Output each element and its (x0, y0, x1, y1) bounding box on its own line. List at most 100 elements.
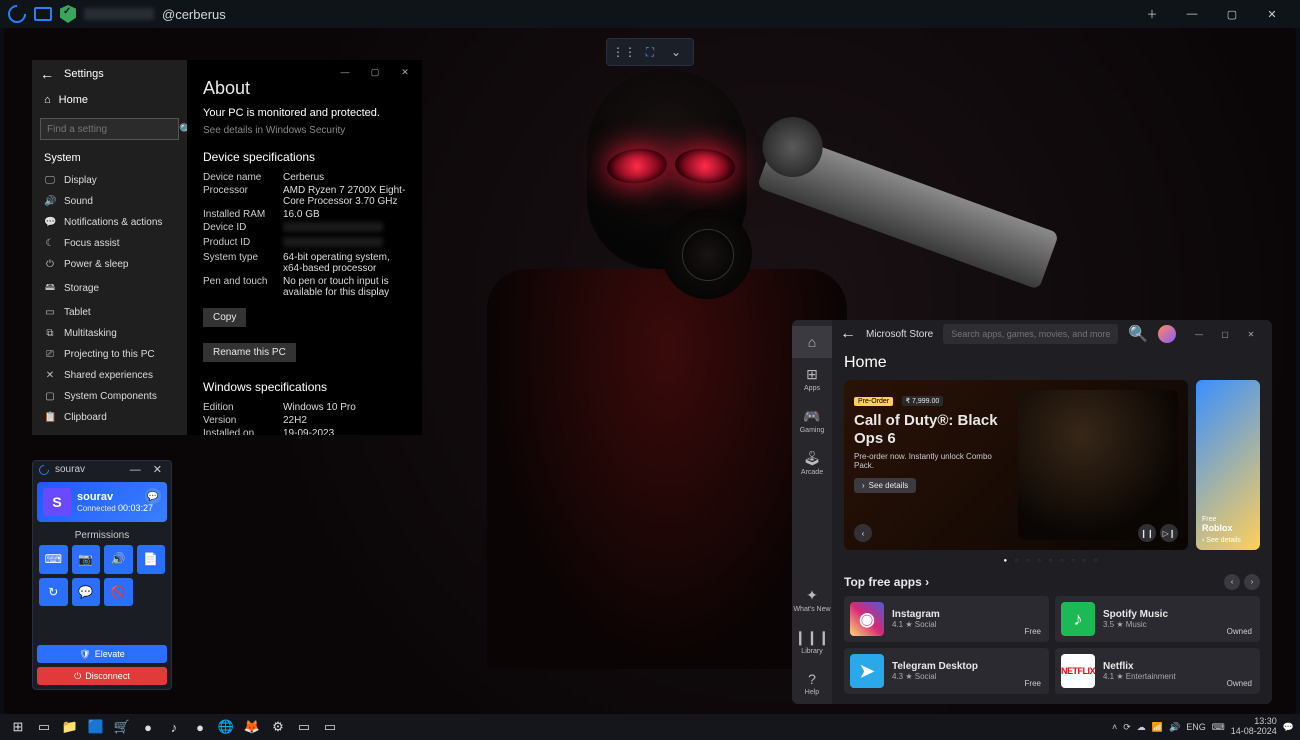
store-nav-apps[interactable]: ⊞Apps (792, 358, 832, 400)
copy-button[interactable]: Copy (203, 308, 246, 327)
sidebar-item-tablet[interactable]: ▭Tablet (32, 302, 187, 323)
floating-toolbar[interactable]: ⋮⋮ ⛶ ⌄ (606, 38, 694, 66)
rename-pc-button[interactable]: Rename this PC (203, 343, 296, 362)
tray-lang[interactable]: ENG (1186, 722, 1206, 732)
taskbar-app-7[interactable]: ● (188, 716, 212, 738)
settings-search-input[interactable] (47, 124, 179, 135)
scroll-right-icon[interactable]: › (1244, 574, 1260, 590)
disconnect-button[interactable]: ⏻ Disconnect (37, 667, 167, 685)
taskbar-app-0[interactable]: ⊞ (6, 716, 30, 738)
taskbar-app-10[interactable]: ⚙ (266, 716, 290, 738)
store-nav-library[interactable]: ❙❙❙Library (792, 621, 832, 663)
prev-hero-icon[interactable]: ‹ (854, 524, 872, 542)
notification-icon[interactable]: 💬 (1283, 722, 1294, 733)
hero-cta-button[interactable]: › See details (854, 478, 916, 493)
taskbar-app-6[interactable]: ♪ (162, 716, 186, 738)
back-button[interactable]: ← (40, 66, 54, 82)
taskbar-app-3[interactable]: 🟦 (84, 716, 108, 738)
app-card-spotify-music[interactable]: ♪ Spotify Music 3.5 ★ Music Owned (1055, 596, 1260, 642)
settings-search[interactable]: 🔍 (40, 118, 179, 140)
sidebar-item-projecting-to-this-pc[interactable]: ⎚Projecting to this PC (32, 344, 187, 365)
sidebar-item-storage[interactable]: 🖴Storage (32, 275, 187, 302)
app-card-netflix[interactable]: NETFLIX Netflix 4.1 ★ Entertainment Owne… (1055, 648, 1260, 694)
dropdown-icon[interactable]: ⌄ (665, 41, 687, 63)
store-avatar[interactable] (1158, 325, 1176, 343)
taskbar-app-4[interactable]: 🛒 (110, 716, 134, 738)
settings-maximize[interactable]: ▢ (360, 62, 390, 82)
clock[interactable]: 13:30 14-08-2024 (1231, 717, 1277, 737)
elevate-button[interactable]: 🛡 Elevate (37, 645, 167, 663)
permission-toggle[interactable]: 🔊 (104, 545, 133, 574)
app-card-instagram[interactable]: ◉ Instagram 4.1 ★ Social Free (844, 596, 1049, 642)
sidebar-item-power-sleep[interactable]: ⏻Power & sleep (32, 254, 187, 275)
hero-card-main[interactable]: Pre-Order ₹ 7,999.00 Call of Duty®: Blac… (844, 380, 1188, 550)
settings-close[interactable]: ✕ (390, 62, 420, 82)
fullscreen-icon[interactable]: ⛶ (639, 41, 661, 63)
sidebar-item-sound[interactable]: 🔊Sound (32, 191, 187, 212)
sidebar-item-shared-experiences[interactable]: ✕Shared experiences (32, 365, 187, 386)
search-icon[interactable]: 🔍 (1128, 324, 1148, 344)
nav-label: System Components (64, 391, 157, 402)
store-maximize[interactable]: ▢ (1212, 324, 1238, 344)
sidebar-item-display[interactable]: 🖵Display (32, 170, 187, 191)
settings-minimize[interactable]: — (330, 62, 360, 82)
monitor-icon[interactable] (34, 7, 52, 21)
permission-toggle[interactable]: ↻ (39, 578, 68, 607)
carousel-dots[interactable]: ● ○ ○ ○ ○ ○ ○ ○ ○ (844, 558, 1260, 564)
remote-close[interactable]: ✕ (150, 463, 165, 476)
sidebar-item-notifications-actions[interactable]: 💬Notifications & actions (32, 212, 187, 233)
store-nav-gaming[interactable]: 🎮Gaming (792, 400, 832, 442)
taskbar-app-11[interactable]: ▭ (292, 716, 316, 738)
permission-toggle[interactable]: ⌨ (39, 545, 68, 574)
side-cta[interactable]: › See details (1202, 537, 1254, 544)
store-close[interactable]: ✕ (1238, 324, 1264, 344)
store-search[interactable] (943, 324, 1118, 344)
gas-mask-icon (662, 209, 752, 299)
taskbar-app-8[interactable]: 🌐 (214, 716, 238, 738)
grip-icon[interactable]: ⋮⋮ (613, 41, 635, 63)
store-nav-help[interactable]: ?Help (792, 663, 832, 704)
store-nav-home[interactable]: ⌂ (792, 326, 832, 358)
tray-wifi-icon[interactable]: 📶 (1152, 722, 1163, 733)
minimize-button[interactable]: — (1172, 0, 1212, 28)
tray-chevron-icon[interactable]: ˄ (1112, 722, 1117, 732)
taskbar-app-5[interactable]: ● (136, 716, 160, 738)
taskbar-app-2[interactable]: 📁 (58, 716, 82, 738)
app-card-telegram-desktop[interactable]: ➤ Telegram Desktop 4.3 ★ Social Free (844, 648, 1049, 694)
next-icon[interactable]: ▷❙ (1160, 524, 1178, 542)
permission-toggle[interactable]: 🚫 (104, 578, 133, 607)
tray-keyboard-icon[interactable]: ⌨ (1212, 722, 1225, 733)
store-back-icon[interactable]: ← (840, 325, 856, 343)
store-minimize[interactable]: — (1186, 324, 1212, 344)
hero-controls: ❙❙ ▷❙ (1138, 524, 1178, 542)
hero-card-side[interactable]: Free Roblox › See details (1196, 380, 1260, 550)
sidebar-item-system-components[interactable]: ▢System Components (32, 386, 187, 407)
permission-toggle[interactable]: 💬 (72, 578, 101, 607)
sidebar-item-focus-assist[interactable]: ☾Focus assist (32, 233, 187, 254)
store-nav-arcade[interactable]: 🕹Arcade (792, 442, 832, 484)
taskbar-app-1[interactable]: ▭ (32, 716, 56, 738)
sidebar-item-clipboard[interactable]: 📋Clipboard (32, 407, 187, 428)
new-tab-button[interactable]: ＋ (1132, 0, 1172, 28)
taskbar-app-12[interactable]: ▭ (318, 716, 342, 738)
permission-toggle[interactable]: 📷 (72, 545, 101, 574)
tray-sync-icon[interactable]: ⟳ (1123, 722, 1131, 733)
settings-home-button[interactable]: ⌂ Home (32, 88, 187, 112)
security-details-link[interactable]: See details in Windows Security (203, 125, 406, 136)
permission-toggle[interactable]: 📄 (137, 545, 166, 574)
scroll-left-icon[interactable]: ‹ (1224, 574, 1240, 590)
pause-icon[interactable]: ❙❙ (1138, 524, 1156, 542)
top-free-title[interactable]: Top free apps › (844, 575, 929, 589)
tray-volume-icon[interactable]: 🔊 (1169, 722, 1180, 733)
remote-minimize[interactable]: — (127, 464, 144, 476)
app-icon: ♪ (1061, 602, 1095, 636)
sidebar-item-multitasking[interactable]: ⧉Multitasking (32, 323, 187, 344)
chat-icon[interactable]: 💬 (145, 488, 161, 504)
store-nav-what-s-new[interactable]: ✦What's New (792, 579, 832, 621)
store-search-input[interactable] (951, 329, 1110, 339)
maximize-button[interactable]: ▢ (1212, 0, 1252, 28)
tray-cloud-icon[interactable]: ☁ (1137, 722, 1146, 733)
nav-label: Display (64, 175, 97, 186)
close-button[interactable]: ✕ (1252, 0, 1292, 28)
taskbar-app-9[interactable]: 🦊 (240, 716, 264, 738)
